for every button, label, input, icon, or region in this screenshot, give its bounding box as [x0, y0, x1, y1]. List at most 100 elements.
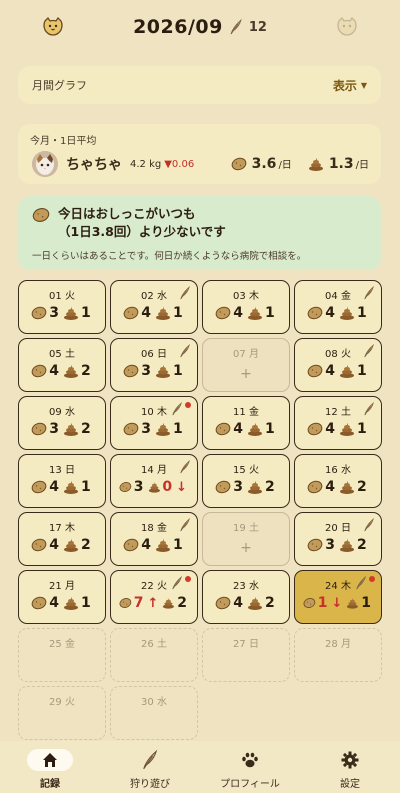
- day-label: 25 金: [49, 639, 75, 650]
- day-cell[interactable]: 01 火 3 1: [18, 280, 106, 334]
- day-cell[interactable]: 22 火 7 ↑ 2: [110, 570, 198, 624]
- feather-icon: [180, 285, 190, 300]
- day-cell[interactable]: 17 木 4 2: [18, 512, 106, 566]
- day-counts: 4 1: [303, 305, 373, 321]
- cat-face-icon: [337, 16, 357, 36]
- poop-count: 1: [357, 363, 367, 379]
- day-cell[interactable]: 08 火 4 1: [294, 338, 382, 392]
- nav-hunting-play[interactable]: 狩り遊び: [100, 741, 200, 793]
- day-cell[interactable]: 10 木 3 1: [110, 396, 198, 450]
- day-label: 11 金: [233, 407, 259, 418]
- average-label: 今月・1日平均: [30, 136, 97, 147]
- day-cell[interactable]: 23 水 4 2: [202, 570, 290, 624]
- poop-icon: [64, 307, 78, 320]
- alert-dot: [369, 576, 375, 582]
- day-cell[interactable]: 02 水 4 1: [110, 280, 198, 334]
- day-cell: 25 金: [18, 628, 106, 682]
- potato-icon: [303, 598, 316, 608]
- potato-icon: [307, 306, 323, 320]
- day-cell[interactable]: 05 土 4 2: [18, 338, 106, 392]
- poop-icon: [148, 482, 160, 493]
- day-label: 19 土: [233, 523, 259, 534]
- day-cell[interactable]: 20 日 3 2: [294, 512, 382, 566]
- potato-icon: [31, 306, 47, 320]
- poop-icon: [156, 539, 170, 552]
- calendar-grid: 01 火 3 1 02 水 4 1 03 木 4 1 04 金 4 1 05 土…: [18, 280, 382, 740]
- next-month-button[interactable]: [334, 14, 360, 40]
- day-cell[interactable]: 21 月 4 1: [18, 570, 106, 624]
- pee-count: 4: [233, 421, 243, 437]
- day-label: 17 木: [49, 523, 75, 534]
- pee-count: 4: [325, 421, 335, 437]
- pee-count: 3: [141, 363, 151, 379]
- pee-count: 4: [325, 363, 335, 379]
- nav-record[interactable]: 記録: [0, 741, 100, 793]
- potato-icon: [307, 422, 323, 436]
- poop-icon: [163, 598, 175, 609]
- prev-month-button[interactable]: [40, 14, 66, 40]
- poop-count: 1: [265, 305, 275, 321]
- poop-count: 2: [265, 595, 275, 611]
- graph-toggle-button[interactable]: 表示 ▼: [333, 77, 367, 94]
- day-counts: 7 ↑ 2: [119, 595, 189, 611]
- day-cell[interactable]: 03 木 4 1: [202, 280, 290, 334]
- day-cell: 29 火: [18, 686, 106, 740]
- day-cell[interactable]: 04 金 4 1: [294, 280, 382, 334]
- feather-icon: [172, 575, 182, 590]
- day-counts: 4 2: [27, 363, 97, 379]
- potato-icon: [123, 538, 139, 552]
- nav-label: 記録: [40, 779, 60, 790]
- day-counts: 1 ↓ 1: [303, 595, 373, 611]
- day-cell[interactable]: 19 土 +: [202, 512, 290, 566]
- alert-title-line2: （1日3.8回）より少ないです: [58, 224, 226, 239]
- day-cell: 28 月: [294, 628, 382, 682]
- pee-count: 4: [49, 479, 59, 495]
- day-cell[interactable]: 13 日 4 1: [18, 454, 106, 508]
- pee-count: 3: [133, 479, 144, 495]
- pee-count: 4: [325, 305, 335, 321]
- potato-icon: [31, 538, 47, 552]
- poop-count: 1: [173, 305, 183, 321]
- pee-count: 7: [133, 595, 144, 611]
- day-cell[interactable]: 09 水 3 2: [18, 396, 106, 450]
- potato-icon: [119, 598, 132, 608]
- day-cell[interactable]: 15 火 3 2: [202, 454, 290, 508]
- nav-settings[interactable]: 設定: [300, 741, 400, 793]
- poop-icon: [64, 423, 78, 436]
- chevron-down-icon: ▼: [360, 80, 367, 90]
- day-cell[interactable]: 14 月 3 0 ↓: [110, 454, 198, 508]
- day-counts: 4 1: [303, 363, 373, 379]
- day-cell[interactable]: 16 水 4 2: [294, 454, 382, 508]
- day-counts: 4 1: [303, 421, 373, 437]
- day-cell[interactable]: 24 木 1 ↓ 1: [294, 570, 382, 624]
- poop-icon: [64, 597, 78, 610]
- day-counts: 3 1: [27, 305, 97, 321]
- feather-icon: [356, 575, 366, 590]
- poop-icon: [340, 481, 354, 494]
- monthly-graph-card: 月間グラフ 表示 ▼: [18, 66, 381, 104]
- day-counts: 3 2: [303, 537, 373, 553]
- alert-dot: [185, 402, 191, 408]
- day-cell[interactable]: 12 土 4 1: [294, 396, 382, 450]
- bottom-navigation: 記録 狩り遊び プロフィール 設定: [0, 741, 400, 793]
- day-counts: 4 2: [303, 479, 373, 495]
- nav-label: 狩り遊び: [130, 779, 170, 790]
- day-cell: 26 土: [110, 628, 198, 682]
- day-label: 07 月: [233, 349, 259, 360]
- day-label: 30 水: [141, 697, 167, 708]
- cat-avatar[interactable]: [32, 151, 58, 177]
- day-cell[interactable]: 06 日 3 1: [110, 338, 198, 392]
- page-title: 2026/09: [133, 16, 223, 38]
- feather-icon: [364, 401, 374, 416]
- day-cell[interactable]: 18 金 4 1: [110, 512, 198, 566]
- poop-count: 1: [357, 421, 367, 437]
- poop-count: 2: [357, 479, 367, 495]
- potato-icon: [123, 306, 139, 320]
- day-cell[interactable]: 07 月 +: [202, 338, 290, 392]
- nav-profile[interactable]: プロフィール: [200, 741, 300, 793]
- day-label: 01 火: [49, 291, 75, 302]
- poop-count: 1: [173, 537, 183, 553]
- day-cell[interactable]: 11 金 4 1: [202, 396, 290, 450]
- poop-count: 2: [81, 363, 91, 379]
- pee-arrow: ↓: [331, 595, 343, 611]
